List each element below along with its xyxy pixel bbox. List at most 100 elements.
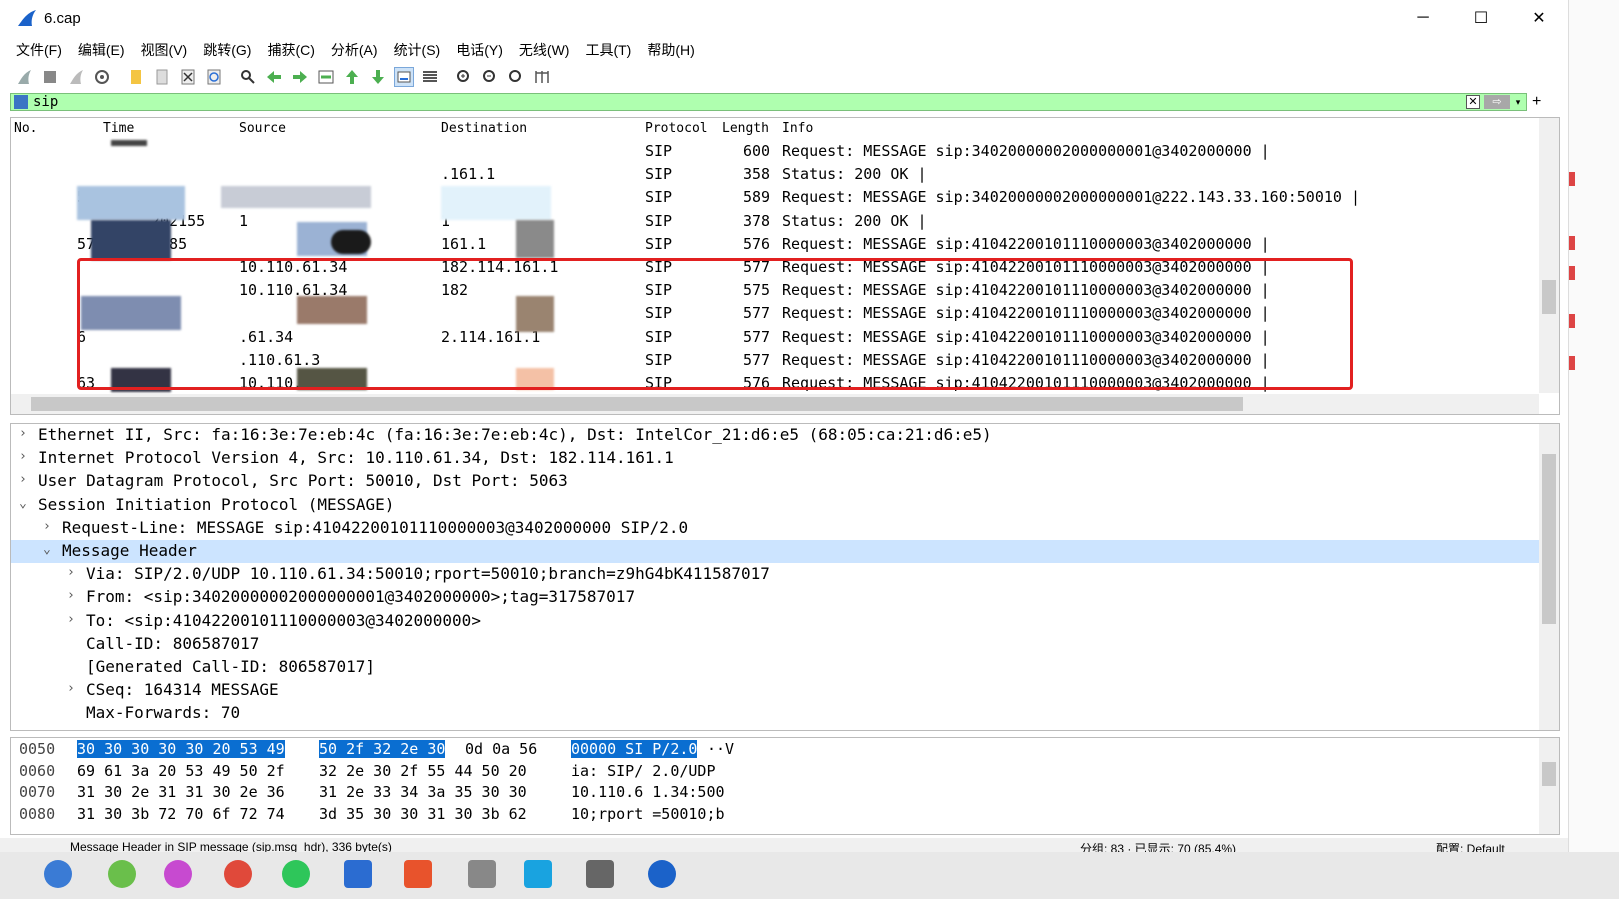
packet-row[interactable]: SIP 600 Request: MESSAGE sip:3402000000200… (11, 140, 1539, 163)
taskbar-app-icon[interactable] (524, 860, 552, 888)
restart-capture-icon[interactable] (66, 67, 86, 87)
find-packet-icon[interactable] (238, 67, 258, 87)
go-first-packet-icon[interactable] (342, 67, 362, 87)
byte-row[interactable]: 0050 30 30 30 30 30 20 53 49 50 2f 32 2e 3… (11, 740, 1539, 761)
filter-history-dropdown[interactable]: ▾ (1512, 95, 1524, 109)
scrollbar-thumb[interactable] (31, 397, 1243, 411)
packet-row[interactable]: 576785161.1SIP576Request: MESSAGE sip:41… (11, 233, 1539, 256)
capture-options-icon[interactable] (92, 67, 112, 87)
open-file-icon[interactable] (126, 67, 146, 87)
expand-arrow-icon[interactable]: › (19, 426, 27, 441)
column-header-info[interactable]: Info (782, 121, 813, 136)
reload-file-icon[interactable] (204, 67, 224, 87)
expand-arrow-icon[interactable]: › (67, 588, 75, 603)
detail-row[interactable]: › User Datagram Protocol, Src Port: 50010… (11, 470, 1539, 493)
expand-arrow-icon[interactable]: › (19, 472, 27, 487)
column-header-protocol[interactable]: Protocol (645, 121, 708, 136)
go-last-packet-icon[interactable] (368, 67, 388, 87)
taskbar-app-icon[interactable] (164, 860, 192, 888)
expand-arrow-icon[interactable]: › (67, 612, 75, 627)
go-back-icon[interactable] (264, 67, 284, 87)
minimize-button[interactable]: ─ (1394, 0, 1452, 36)
colorize-icon[interactable] (420, 67, 440, 87)
detail-row[interactable]: › Ethernet II, Src: fa:16:3e:7e:eb:4c (fa… (11, 424, 1539, 447)
packet-list-horizontal-scrollbar[interactable] (11, 394, 1539, 414)
detail-row[interactable]: Call-ID: 806587017 (11, 633, 1539, 656)
taskbar-app-icon[interactable] (344, 860, 372, 888)
resize-columns-icon[interactable] (532, 67, 552, 87)
scrollbar-thumb[interactable] (1542, 762, 1556, 786)
detail-row[interactable]: › CSeq: 164314 MESSAGE (11, 679, 1539, 702)
column-header-length[interactable]: Length (722, 121, 769, 136)
expand-arrow-icon[interactable]: › (43, 519, 51, 534)
close-button[interactable]: ✕ (1510, 0, 1568, 36)
detail-row[interactable]: Max-Forwards: 70 (11, 702, 1539, 725)
menu-file[interactable]: 文件(F) (16, 40, 62, 60)
menu-wireless[interactable]: 无线(W) (519, 40, 570, 60)
packet-protocol-cell: SIP (645, 188, 673, 207)
os-taskbar (0, 852, 1619, 899)
taskbar-app-icon[interactable] (108, 860, 136, 888)
detail-row[interactable]: [Generated Call-ID: 806587017] (11, 656, 1539, 679)
detail-row[interactable]: ⌄ Session Initiation Protocol (MESSAGE) (11, 494, 1539, 517)
menu-view[interactable]: 视图(V) (141, 40, 188, 60)
stop-capture-icon[interactable] (40, 67, 60, 87)
zoom-reset-icon[interactable] (506, 67, 526, 87)
taskbar-app-icon[interactable] (404, 860, 432, 888)
detail-row-selected[interactable]: ⌄ Message Header (11, 540, 1539, 563)
zoom-in-icon[interactable] (454, 67, 474, 87)
bytes-vertical-scrollbar[interactable] (1539, 738, 1559, 834)
scrollbar-thumb[interactable] (1542, 280, 1556, 314)
menu-statistics[interactable]: 统计(S) (394, 40, 441, 60)
taskbar-app-icon[interactable] (468, 860, 496, 888)
menu-capture[interactable]: 捕获(C) (267, 40, 314, 60)
start-capture-icon[interactable] (14, 67, 34, 87)
clear-filter-button[interactable]: ✕ (1466, 95, 1480, 109)
taskbar-wireshark-icon[interactable] (648, 860, 676, 888)
column-header-time[interactable]: Time (103, 121, 134, 136)
taskbar-app-icon[interactable] (44, 860, 72, 888)
go-to-packet-icon[interactable] (316, 67, 336, 87)
byte-row[interactable]: 0060 69 61 3a 20 53 49 50 2f 32 2e 30 2f 5… (11, 762, 1539, 783)
column-header-source[interactable]: Source (239, 121, 286, 136)
menu-analyze[interactable]: 分析(A) (331, 40, 378, 60)
collapse-arrow-icon[interactable]: ⌄ (19, 496, 27, 511)
auto-scroll-icon[interactable] (394, 67, 414, 87)
details-vertical-scrollbar[interactable] (1539, 424, 1559, 730)
add-filter-button[interactable]: + (1532, 93, 1541, 111)
packet-row[interactable]: 202155 1 1 SIP 378 Status: 200 OK | (11, 210, 1539, 233)
detail-row[interactable]: › Via: SIP/2.0/UDP 10.110.61.34:50010;rpo… (11, 563, 1539, 586)
expand-arrow-icon[interactable]: › (67, 565, 75, 580)
menu-edit[interactable]: 编辑(E) (78, 40, 125, 60)
detail-row[interactable]: › To: <sip:41042200101110000003@340200000… (11, 610, 1539, 633)
byte-row[interactable]: 0080 31 30 3b 72 70 6f 72 74 3d 35 30 30 3… (11, 805, 1539, 826)
go-forward-icon[interactable] (290, 67, 310, 87)
detail-row[interactable]: › Request-Line: MESSAGE sip:4104220010111… (11, 517, 1539, 540)
detail-row[interactable]: › Internet Protocol Version 4, Src: 10.11… (11, 447, 1539, 470)
scrollbar-thumb[interactable] (1542, 454, 1556, 624)
collapse-arrow-icon[interactable]: ⌄ (43, 542, 51, 557)
menu-go[interactable]: 跳转(G) (203, 40, 251, 60)
menu-tools[interactable]: 工具(T) (585, 40, 631, 60)
bookmark-icon[interactable] (14, 95, 28, 109)
packet-row[interactable]: .161.1 SIP 358 Status: 200 OK | (11, 163, 1539, 186)
maximize-button[interactable]: ☐ (1452, 0, 1510, 36)
display-filter-input[interactable] (33, 94, 1433, 110)
column-header-no[interactable]: No. (14, 121, 37, 136)
taskbar-app-icon[interactable] (282, 860, 310, 888)
byte-row[interactable]: 0070 31 30 2e 31 31 30 2e 36 31 2e 33 34 3… (11, 783, 1539, 804)
menu-help[interactable]: 帮助(H) (647, 40, 694, 60)
expand-arrow-icon[interactable]: › (67, 681, 75, 696)
status-profile[interactable]: 配置: Default (1436, 840, 1505, 852)
taskbar-app-icon[interactable] (224, 860, 252, 888)
save-file-icon[interactable] (152, 67, 172, 87)
taskbar-app-icon[interactable] (586, 860, 614, 888)
zoom-out-icon[interactable] (480, 67, 500, 87)
close-file-icon[interactable] (178, 67, 198, 87)
packet-list-vertical-scrollbar[interactable] (1539, 118, 1559, 393)
menu-telephony[interactable]: 电话(Y) (456, 40, 503, 60)
expand-arrow-icon[interactable]: › (19, 449, 27, 464)
detail-row[interactable]: › From: <sip:34020000002000000001@3402000… (11, 586, 1539, 609)
apply-filter-button[interactable]: ⇨ (1484, 95, 1510, 109)
column-header-destination[interactable]: Destination (441, 121, 527, 136)
